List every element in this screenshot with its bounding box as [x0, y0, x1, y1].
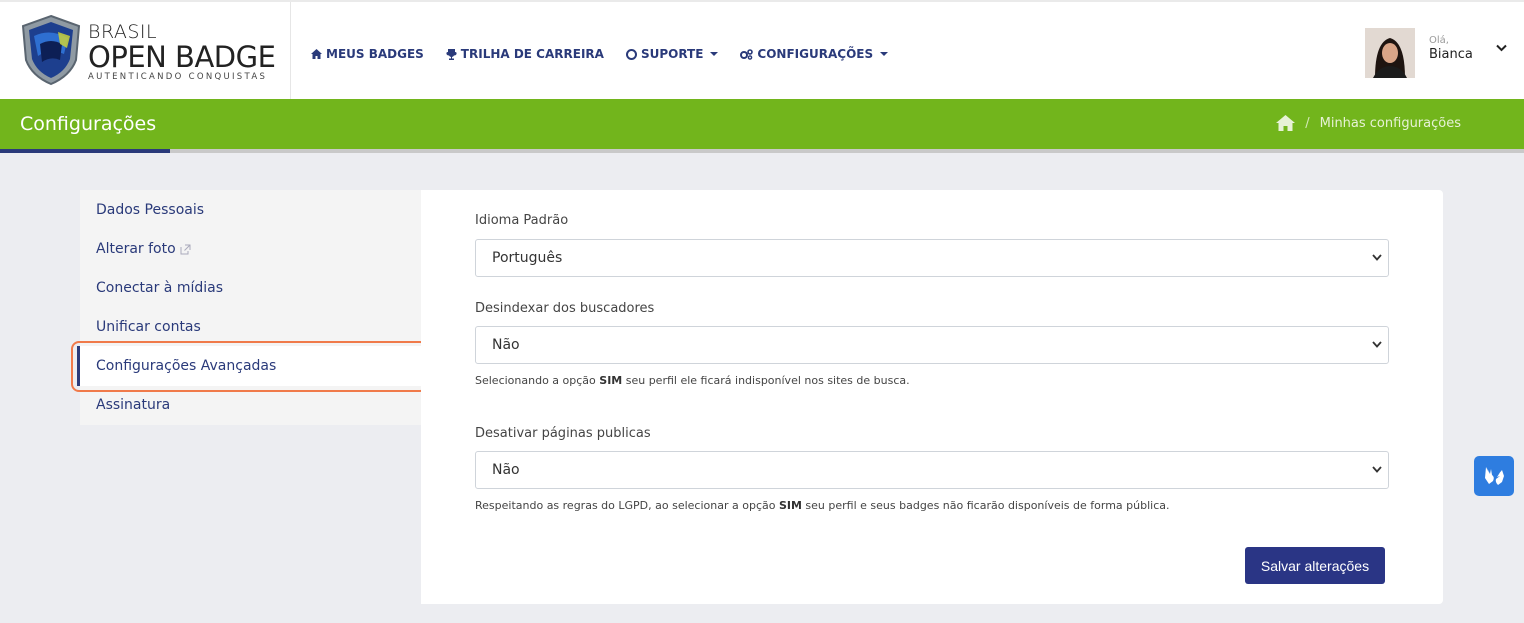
desativar-select[interactable]: Não	[475, 451, 1389, 489]
sidebar-item-label: Assinatura	[96, 397, 171, 413]
sidebar-item-alterar-foto[interactable]: Alterar foto	[96, 241, 191, 257]
sidebar-item-dados-pessoais[interactable]: Dados Pessoais	[96, 202, 204, 218]
breadcrumb: / Minhas configurações	[1276, 115, 1461, 131]
desativar-label: Desativar páginas publicas	[475, 426, 651, 441]
caret-down-icon	[880, 52, 889, 56]
sidebar-item-label: Configurações Avançadas	[96, 358, 277, 374]
chevron-down-icon	[1372, 341, 1382, 348]
logo-brasil-text: BRASIL	[88, 21, 158, 43]
user-menu[interactable]: Olá, Bianca	[1365, 28, 1473, 78]
sidebar-item-label: Unificar contas	[96, 319, 201, 335]
top-header: BRASIL OPEN BADGE AUTENTICANDO CONQUISTA…	[0, 0, 1524, 99]
sidebar-item-unificar-contas[interactable]: Unificar contas	[96, 319, 201, 335]
desindexar-select-value: Não	[492, 337, 520, 353]
nav-configuracoes[interactable]: CONFIGURAÇÕES	[740, 47, 889, 61]
chevron-down-icon	[1372, 254, 1382, 261]
logo[interactable]: BRASIL OPEN BADGE AUTENTICANDO CONQUISTA…	[0, 2, 291, 99]
external-link-icon	[180, 244, 191, 254]
home-icon[interactable]	[1276, 115, 1296, 131]
save-button[interactable]: Salvar alterações	[1245, 547, 1385, 584]
desindexar-help-text: Selecionando a opção SIM seu perfil ele …	[475, 374, 910, 387]
trophy-icon	[446, 48, 457, 60]
breadcrumb-separator: /	[1305, 115, 1310, 131]
user-name: Bianca	[1429, 47, 1473, 62]
idioma-select[interactable]: Português	[475, 239, 1389, 277]
page-header-accent	[0, 149, 170, 153]
chevron-down-icon	[1372, 466, 1382, 473]
gears-icon	[740, 48, 754, 60]
logo-tagline: AUTENTICANDO CONQUISTAS	[88, 72, 268, 82]
sidebar-item-label: Alterar foto	[96, 241, 176, 257]
avatar	[1365, 28, 1415, 78]
sidebar-item-label: Conectar à mídias	[96, 280, 224, 296]
desindexar-select[interactable]: Não	[475, 326, 1389, 364]
logo-open-badge-text: OPEN BADGE	[88, 40, 276, 74]
desativar-select-value: Não	[492, 462, 520, 478]
nav-suporte[interactable]: SUPORTE	[625, 47, 719, 61]
user-greeting: Olá,	[1429, 35, 1449, 46]
home-icon	[311, 49, 322, 59]
idioma-label: Idioma Padrão	[475, 213, 569, 228]
idioma-select-value: Português	[492, 250, 563, 266]
desativar-help-text: Respeitando as regras do LGPD, ao seleci…	[475, 499, 1170, 512]
breadcrumb-current: Minhas configurações	[1319, 115, 1461, 131]
sidebar-item-label: Dados Pessoais	[96, 202, 205, 218]
page-header-underline	[0, 149, 1524, 153]
nav-trilha-label: TRILHA DE CARREIRA	[460, 47, 604, 61]
nav-trilha-de-carreira[interactable]: TRILHA DE CARREIRA	[446, 47, 604, 61]
nav-meus-badges[interactable]: MEUS BADGES	[311, 47, 424, 61]
page-title: Configurações	[20, 113, 157, 135]
nav-meus-badges-label: MEUS BADGES	[326, 47, 424, 61]
desindexar-label: Desindexar dos buscadores	[475, 301, 655, 316]
main-nav: MEUS BADGES TRILHA DE CARREIRA SUPORTE C…	[311, 47, 889, 61]
sign-language-hands-icon	[1485, 467, 1504, 485]
caret-down-icon	[710, 52, 719, 56]
sidebar-item-assinatura[interactable]: Assinatura	[96, 397, 170, 413]
nav-suporte-label: SUPORTE	[640, 47, 704, 61]
lifebuoy-icon	[625, 48, 637, 60]
sidebar-item-configuracoes-avancadas[interactable]: Configurações Avançadas	[96, 358, 276, 374]
shield-logo-icon	[21, 14, 81, 86]
accessibility-widget[interactable]	[1474, 456, 1514, 496]
nav-configuracoes-label: CONFIGURAÇÕES	[757, 47, 874, 61]
chevron-down-icon[interactable]	[1496, 44, 1507, 52]
sidebar-item-conectar-midias[interactable]: Conectar à mídias	[96, 280, 223, 296]
